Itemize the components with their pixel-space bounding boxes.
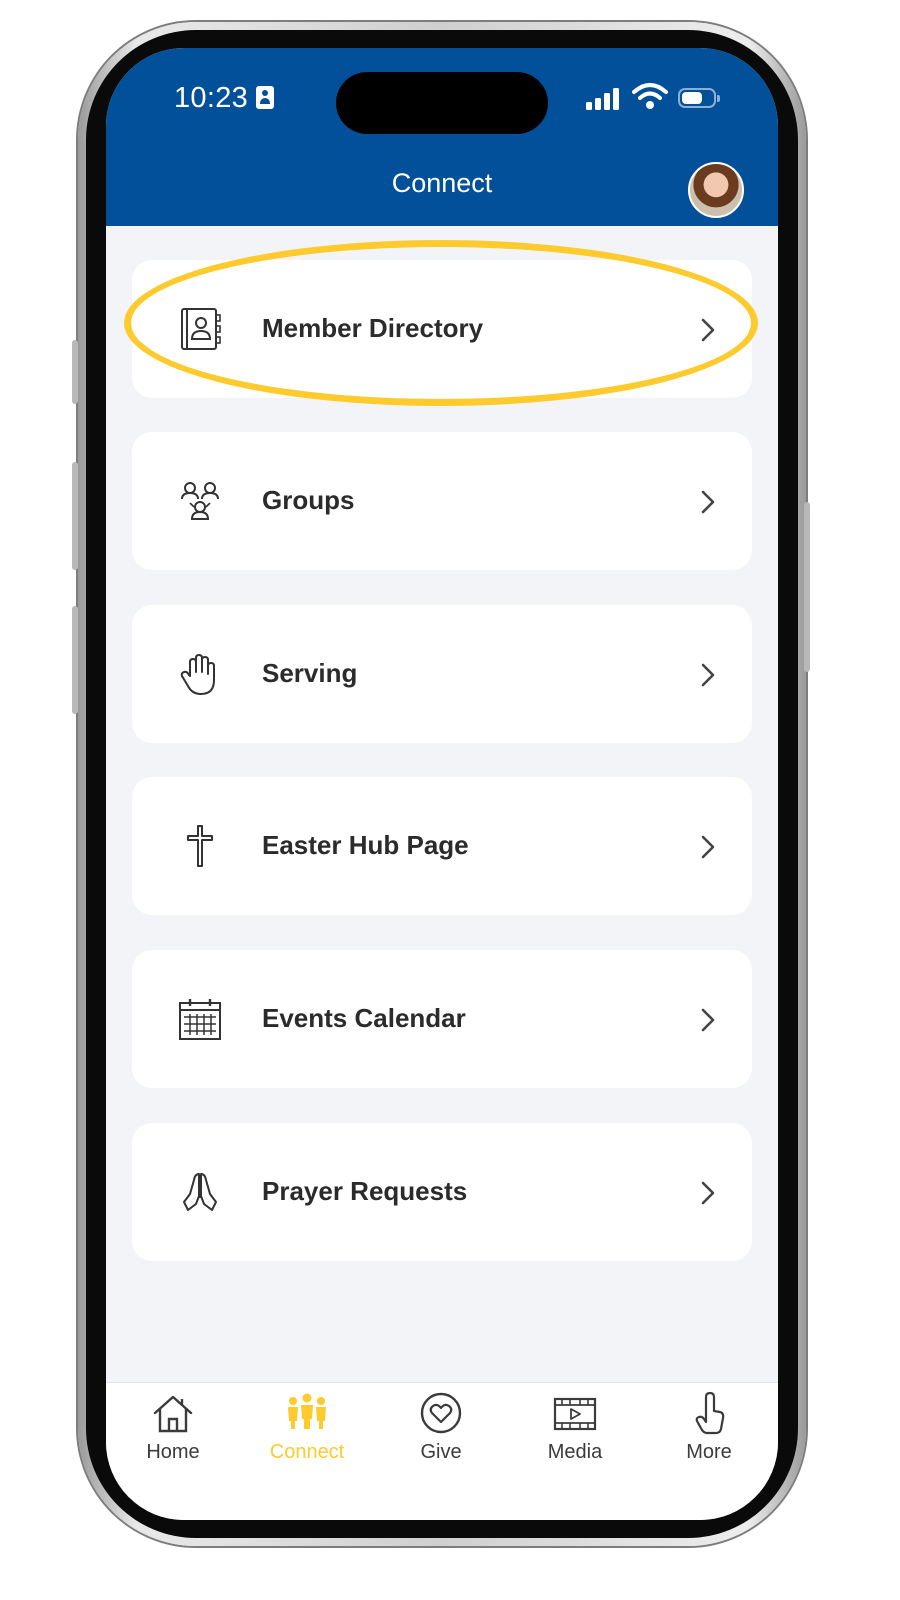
- chevron-right-icon: [701, 1008, 715, 1032]
- app-header: 10:23 Connect: [106, 48, 778, 226]
- tab-connect[interactable]: Connect: [240, 1383, 374, 1483]
- battery-icon: [678, 88, 720, 108]
- heart-circle-icon: [420, 1392, 462, 1434]
- menu-item-label: Events Calendar: [262, 1003, 466, 1033]
- chevron-right-icon: [701, 663, 715, 687]
- chevron-right-icon: [701, 835, 715, 859]
- address-book-icon: [181, 308, 221, 350]
- menu-item-label: Member Directory: [262, 313, 484, 343]
- wifi-icon: [632, 83, 668, 109]
- menu-item-label: Easter Hub Page: [262, 830, 469, 860]
- chevron-right-icon: [701, 1181, 715, 1205]
- menu-item-label: Groups: [262, 485, 355, 515]
- cross-icon: [187, 825, 213, 867]
- profile-avatar[interactable]: [688, 162, 744, 218]
- people-group-icon: [181, 482, 219, 520]
- tab-label: More: [686, 1441, 732, 1463]
- tab-give[interactable]: Give: [374, 1383, 508, 1483]
- phone-volume-up: [72, 462, 78, 570]
- bottom-tab-bar: Home Connect Give Media More: [106, 1382, 778, 1520]
- tab-more[interactable]: More: [642, 1383, 776, 1483]
- menu-item-events-calendar[interactable]: Events Calendar: [132, 950, 752, 1088]
- tab-media[interactable]: Media: [508, 1383, 642, 1483]
- menu-item-member-directory[interactable]: Member Directory: [132, 260, 752, 398]
- phone-volume-down: [72, 606, 78, 714]
- tab-label: Connect: [269, 1441, 345, 1463]
- dynamic-island: [336, 72, 548, 134]
- calendar-icon: [179, 999, 221, 1040]
- app-screen: 10:23 Connect Member Directory Groups Se…: [106, 48, 778, 1520]
- page-title: Connect: [391, 168, 493, 198]
- menu-item-groups[interactable]: Groups: [132, 432, 752, 570]
- people-icon: [288, 1393, 326, 1429]
- menu-item-prayer-requests[interactable]: Prayer Requests: [132, 1123, 752, 1261]
- tab-label: Home: [146, 1441, 200, 1463]
- chevron-right-icon: [701, 318, 715, 342]
- menu-item-label: Serving: [262, 658, 358, 688]
- menu-item-serving[interactable]: Serving: [132, 605, 752, 743]
- menu-item-easter-hub-page[interactable]: Easter Hub Page: [132, 777, 752, 915]
- cellular-signal-icon: [586, 88, 622, 110]
- raised-hand-icon: [180, 654, 215, 695]
- house-icon: [153, 1395, 193, 1433]
- tab-label: Media: [547, 1441, 603, 1463]
- menu-item-label: Prayer Requests: [262, 1176, 468, 1206]
- tab-home[interactable]: Home: [106, 1383, 240, 1483]
- id-card-icon: [256, 86, 274, 109]
- chevron-right-icon: [701, 490, 715, 514]
- pointing-hand-icon: [695, 1391, 725, 1435]
- praying-hands-icon: [183, 1173, 217, 1211]
- phone-silent-switch: [72, 340, 78, 404]
- phone-power-button: [804, 502, 810, 672]
- film-play-icon: [553, 1397, 597, 1431]
- status-time: 10:23: [174, 82, 249, 114]
- tab-label: Give: [420, 1441, 462, 1463]
